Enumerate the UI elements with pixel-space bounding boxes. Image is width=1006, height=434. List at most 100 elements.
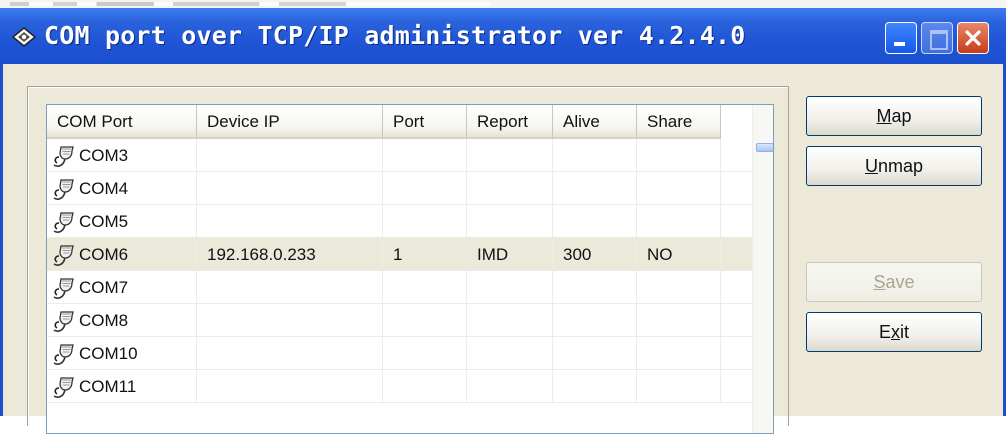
row-share: [637, 172, 721, 205]
list-rows: COM3 COM4 COM5 COM6 192.168.0.233 1 IMD 300 NO CO…: [47, 139, 752, 403]
row-alive: [553, 271, 637, 304]
serial-port-icon: [53, 145, 74, 167]
network-port-icon: [11, 27, 37, 47]
row-com-port: COM11: [79, 377, 137, 396]
row-com-port: COM5: [79, 212, 129, 231]
serial-port-icon: [53, 178, 74, 200]
row-com-port: COM3: [79, 146, 129, 165]
row-alive: [553, 172, 637, 205]
header-share[interactable]: Share: [637, 105, 721, 139]
row-share: [637, 205, 721, 238]
list-item[interactable]: COM6 192.168.0.233 1 IMD 300 NO: [47, 238, 752, 271]
serial-port-icon: [53, 244, 74, 266]
maximize-button: [921, 22, 953, 54]
blurred-text: [10, 2, 490, 6]
map-button[interactable]: Map: [806, 96, 982, 136]
row-com-port-cell: COM5: [47, 205, 197, 238]
row-com-port-cell: COM10: [47, 337, 197, 370]
vertical-scrollbar[interactable]: [752, 105, 773, 433]
row-com-port-cell: COM11: [47, 370, 197, 403]
row-device-ip: 192.168.0.233: [197, 238, 383, 271]
row-report: [467, 337, 553, 370]
save-mnemonic: S: [873, 272, 886, 292]
scrollbar-thumb[interactable]: [756, 143, 773, 152]
row-report: [467, 205, 553, 238]
row-alive: [553, 205, 637, 238]
minimize-button[interactable]: [885, 22, 917, 54]
row-report: IMD: [467, 238, 553, 271]
row-device-ip: [197, 337, 383, 370]
row-share: NO: [637, 238, 721, 271]
serial-port-icon: [53, 343, 74, 365]
minimize-icon: [894, 42, 905, 46]
header-alive[interactable]: Alive: [553, 105, 637, 139]
header-port[interactable]: Port: [383, 105, 467, 139]
row-report: [467, 172, 553, 205]
exit-mnemonic: x: [891, 322, 900, 342]
row-device-ip: [197, 172, 383, 205]
row-share: [637, 139, 721, 172]
row-com-port-cell: COM4: [47, 172, 197, 205]
list-item[interactable]: COM5: [47, 205, 752, 238]
row-com-port: COM10: [79, 344, 138, 363]
row-port: [383, 304, 467, 337]
row-report: [467, 370, 553, 403]
row-port: [383, 139, 467, 172]
row-alive: 300: [553, 238, 637, 271]
list-header: COM Port Device IP Port Report Alive Sha…: [47, 105, 721, 139]
row-com-port-cell: COM8: [47, 304, 197, 337]
row-port: [383, 370, 467, 403]
row-com-port: COM7: [79, 278, 129, 297]
row-share: [637, 337, 721, 370]
serial-port-icon: [53, 310, 74, 332]
row-alive: [553, 139, 637, 172]
row-com-port: COM6: [79, 245, 129, 264]
map-label: ap: [891, 106, 912, 126]
row-alive: [553, 337, 637, 370]
list-item[interactable]: COM10: [47, 337, 752, 370]
background-strip: [0, 0, 1006, 8]
exit-button[interactable]: Exit: [806, 312, 982, 352]
row-share: [637, 304, 721, 337]
serial-port-icon: [53, 376, 74, 398]
row-share: [637, 271, 721, 304]
row-com-port: COM4: [79, 179, 129, 198]
title-bar[interactable]: COM port over TCP/IP administrator ver 4…: [0, 8, 1006, 64]
row-alive: [553, 304, 637, 337]
unmap-button[interactable]: Unmap: [806, 146, 982, 186]
header-device-ip[interactable]: Device IP: [197, 105, 383, 139]
row-com-port: COM8: [79, 311, 129, 330]
save-label: ave: [885, 272, 915, 292]
list-item[interactable]: COM4: [47, 172, 752, 205]
exit-label-start: E: [878, 322, 891, 342]
save-button: Save: [806, 262, 982, 302]
unmap-mnemonic: U: [864, 156, 878, 176]
unmap-label: nmap: [877, 156, 924, 176]
serial-port-icon: [53, 211, 74, 233]
list-item[interactable]: COM7: [47, 271, 752, 304]
map-mnemonic: M: [876, 106, 892, 126]
exit-label: it: [900, 322, 909, 342]
list-item[interactable]: COM8: [47, 304, 752, 337]
header-com-port[interactable]: COM Port: [47, 105, 197, 139]
row-port: [383, 337, 467, 370]
maximize-icon: [930, 30, 948, 50]
row-com-port-cell: COM7: [47, 271, 197, 304]
row-port: [383, 271, 467, 304]
row-port: [383, 172, 467, 205]
window-title: COM port over TCP/IP administrator ver 4…: [44, 21, 746, 50]
app-window: COM port over TCP/IP administrator ver 4…: [0, 8, 1006, 434]
list-item[interactable]: COM3: [47, 139, 752, 172]
row-com-port-cell: COM3: [47, 139, 197, 172]
close-icon: [965, 30, 981, 46]
row-device-ip: [197, 139, 383, 172]
row-device-ip: [197, 205, 383, 238]
row-com-port-cell: COM6: [47, 238, 197, 271]
close-button[interactable]: [957, 22, 989, 54]
com-port-list[interactable]: COM Port Device IP Port Report Alive Sha…: [46, 104, 774, 434]
list-item[interactable]: COM11: [47, 370, 752, 403]
serial-port-icon: [53, 277, 74, 299]
row-report: [467, 304, 553, 337]
row-device-ip: [197, 370, 383, 403]
header-report[interactable]: Report: [467, 105, 553, 139]
